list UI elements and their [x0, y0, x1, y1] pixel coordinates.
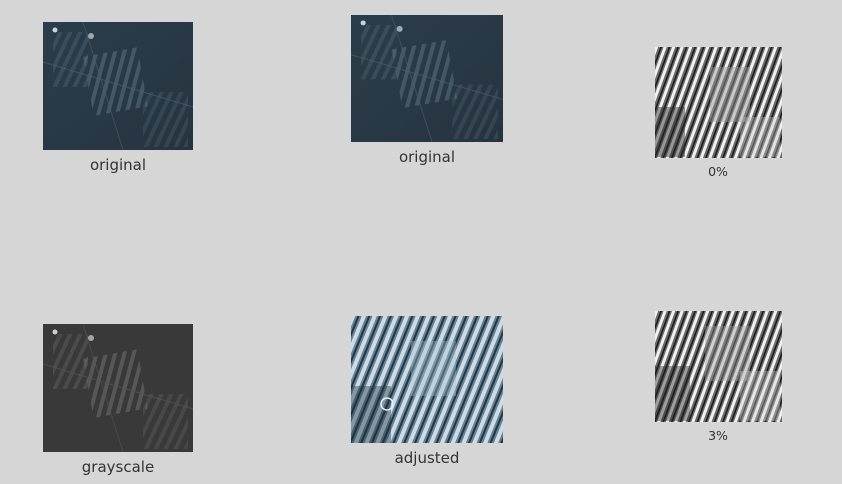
caption-original-1: original — [89, 156, 147, 174]
caption-original-2: original — [398, 148, 456, 166]
caption-0-percent: 0% — [708, 164, 728, 179]
image-original-1 — [43, 22, 193, 150]
caption-grayscale: grayscale — [81, 458, 155, 476]
image-3-percent — [655, 311, 782, 422]
caption-adjusted: adjusted — [394, 449, 460, 467]
image-0-percent — [655, 47, 782, 158]
image-adjusted — [351, 316, 503, 443]
caption-3-percent: 3% — [708, 428, 728, 443]
image-original-2 — [351, 15, 503, 142]
image-grayscale — [43, 324, 193, 452]
